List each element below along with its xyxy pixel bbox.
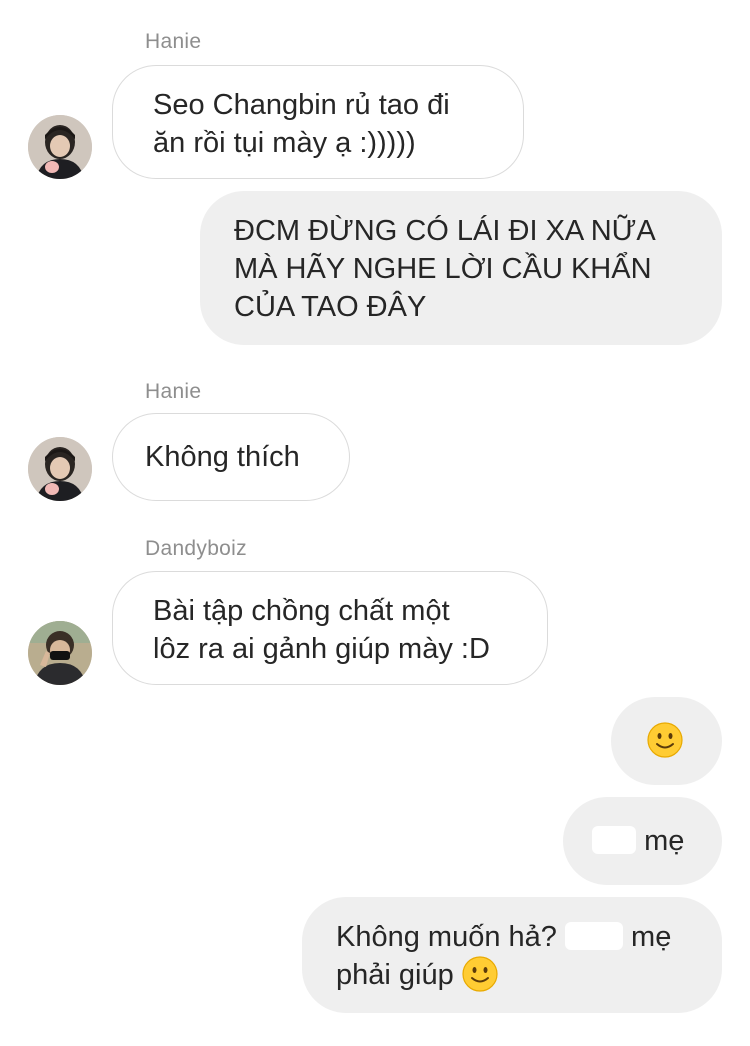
message-text: Không thích bbox=[145, 441, 300, 473]
avatar-photo bbox=[28, 437, 92, 501]
sender-name: Hanie bbox=[145, 380, 202, 403]
message-text: MÀ HÃY NGHE LỜI CẦU KHẨN bbox=[234, 253, 652, 285]
message-text: Không muốn hả? bbox=[336, 921, 557, 953]
slightly-smiling-face-icon bbox=[647, 722, 683, 758]
message-text: ăn rồi tụi mày ạ :))))) bbox=[153, 127, 416, 159]
sender-name: Dandyboiz bbox=[145, 537, 247, 560]
message-text: ĐCM ĐỪNG CÓ LÁI ĐI XA NỮA bbox=[234, 215, 656, 247]
message-text: CỦA TAO ĐÂY bbox=[234, 291, 427, 323]
slightly-smiling-face-icon bbox=[462, 956, 498, 992]
sender-name: Hanie bbox=[145, 30, 202, 53]
message-text: lôz ra ai gảnh giúp mày :D bbox=[153, 633, 490, 665]
message-bubble-incoming[interactable]: Bài tập chồng chất một lôz ra ai gảnh gi… bbox=[112, 571, 548, 685]
avatar-photo bbox=[28, 115, 92, 179]
message-bubble-outgoing[interactable]: Không muốn hả? mẹ phải giúp bbox=[302, 897, 722, 1013]
message-text: Bài tập chồng chất một bbox=[153, 595, 450, 627]
avatar-hanie[interactable] bbox=[28, 437, 92, 501]
message-bubble-outgoing[interactable] bbox=[611, 697, 722, 785]
redacted-text bbox=[564, 922, 623, 950]
message-bubble-incoming[interactable]: Seo Changbin rủ tao đi ăn rồi tụi mày ạ … bbox=[112, 65, 524, 179]
message-text: phải giúp bbox=[336, 959, 454, 991]
message-text: mẹ bbox=[644, 825, 685, 857]
avatar-dandyboiz[interactable] bbox=[28, 621, 92, 685]
message-bubble-outgoing[interactable]: ĐCM ĐỪNG CÓ LÁI ĐI XA NỮA MÀ HÃY NGHE LỜ… bbox=[200, 191, 722, 345]
message-text: Seo Changbin rủ tao đi bbox=[153, 89, 450, 121]
message-bubble-incoming[interactable]: Không thích bbox=[112, 413, 350, 501]
avatar-hanie[interactable] bbox=[28, 115, 92, 179]
message-text: mẹ bbox=[631, 921, 672, 953]
message-bubble-outgoing[interactable]: mẹ bbox=[563, 797, 722, 885]
avatar-photo bbox=[28, 621, 92, 685]
redacted-text bbox=[592, 826, 636, 854]
